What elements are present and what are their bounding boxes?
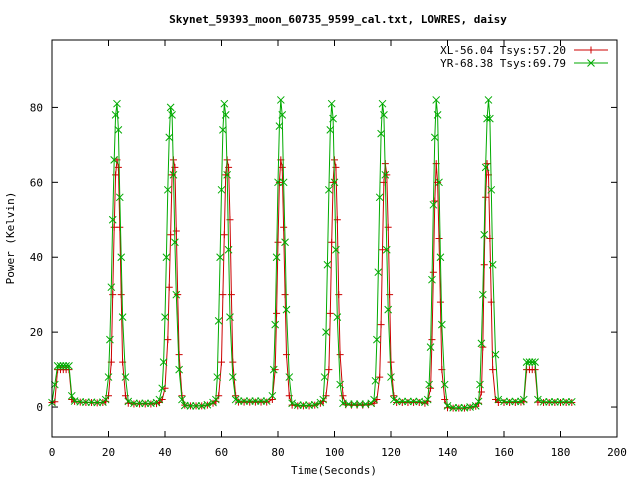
data-point [377, 321, 385, 329]
data-point [220, 231, 228, 239]
data-point [219, 291, 227, 299]
x-axis-label: Time(Seconds) [291, 464, 377, 477]
x-tick-label: 0 [49, 446, 56, 459]
data-point [274, 238, 282, 246]
series-layer [48, 96, 576, 412]
data-point [164, 336, 172, 344]
data-point [229, 358, 237, 366]
data-point [167, 231, 175, 239]
x-tick-label: 200 [607, 446, 627, 459]
x-tick-label: 120 [381, 446, 401, 459]
data-point [387, 358, 395, 366]
legend: XL-56.04 Tsys:57.20YR-68.38 Tsys:69.79 [440, 44, 608, 70]
data-point [227, 291, 235, 299]
x-tick-label: 60 [215, 446, 228, 459]
legend-label: YR-68.38 Tsys:69.79 [440, 57, 566, 70]
data-point [429, 268, 437, 276]
data-point [273, 309, 281, 317]
series-2 [48, 96, 576, 412]
data-point [116, 223, 124, 231]
y-axis-label: Power (Kelvin) [4, 192, 17, 285]
data-point [587, 46, 595, 54]
legend-label: XL-56.04 Tsys:57.20 [440, 44, 566, 57]
data-point [489, 366, 497, 374]
data-point [326, 309, 334, 317]
y-tick-label: 60 [30, 176, 43, 189]
data-point [329, 178, 337, 186]
data-point [435, 235, 443, 242]
data-point [109, 291, 117, 299]
x-tick-label: 160 [494, 446, 514, 459]
data-point [336, 351, 344, 359]
data-point [280, 223, 288, 231]
data-point [281, 291, 289, 299]
data-point [480, 261, 488, 269]
y-tick-label: 40 [30, 251, 43, 264]
y-tick-label: 80 [30, 101, 43, 114]
y-tick-label: 0 [36, 401, 43, 414]
data-point [339, 392, 347, 400]
chart: Skynet_59393_moon_60735_9599_cal.txt, LO… [4, 13, 627, 477]
data-point [325, 366, 333, 374]
data-point [172, 227, 180, 235]
plot-frame [51, 39, 618, 438]
data-point [428, 336, 436, 344]
data-point [328, 238, 336, 246]
y-tick-label: 20 [30, 326, 43, 339]
data-point [271, 366, 279, 374]
data-point [386, 291, 394, 299]
y-axis: 0 20 40 60 80 [30, 101, 617, 414]
x-tick-label: 100 [325, 446, 345, 459]
x-tick-label: 80 [271, 446, 284, 459]
data-point [165, 283, 173, 291]
x-tick-label: 180 [551, 446, 571, 459]
data-point [112, 171, 120, 179]
series-line [51, 99, 572, 409]
data-point [222, 171, 230, 179]
x-tick-label: 140 [438, 446, 458, 459]
data-point [380, 178, 388, 186]
data-point [482, 193, 490, 201]
series-line [51, 159, 572, 409]
data-point [218, 358, 225, 366]
data-point [384, 223, 392, 231]
data-point [174, 291, 182, 299]
data-point [117, 291, 125, 299]
chart-title: Skynet_59393_moon_60735_9599_cal.txt, LO… [169, 13, 507, 26]
x-tick-label: 20 [102, 446, 115, 459]
x-tick-label: 40 [158, 446, 171, 459]
data-point [436, 298, 444, 306]
